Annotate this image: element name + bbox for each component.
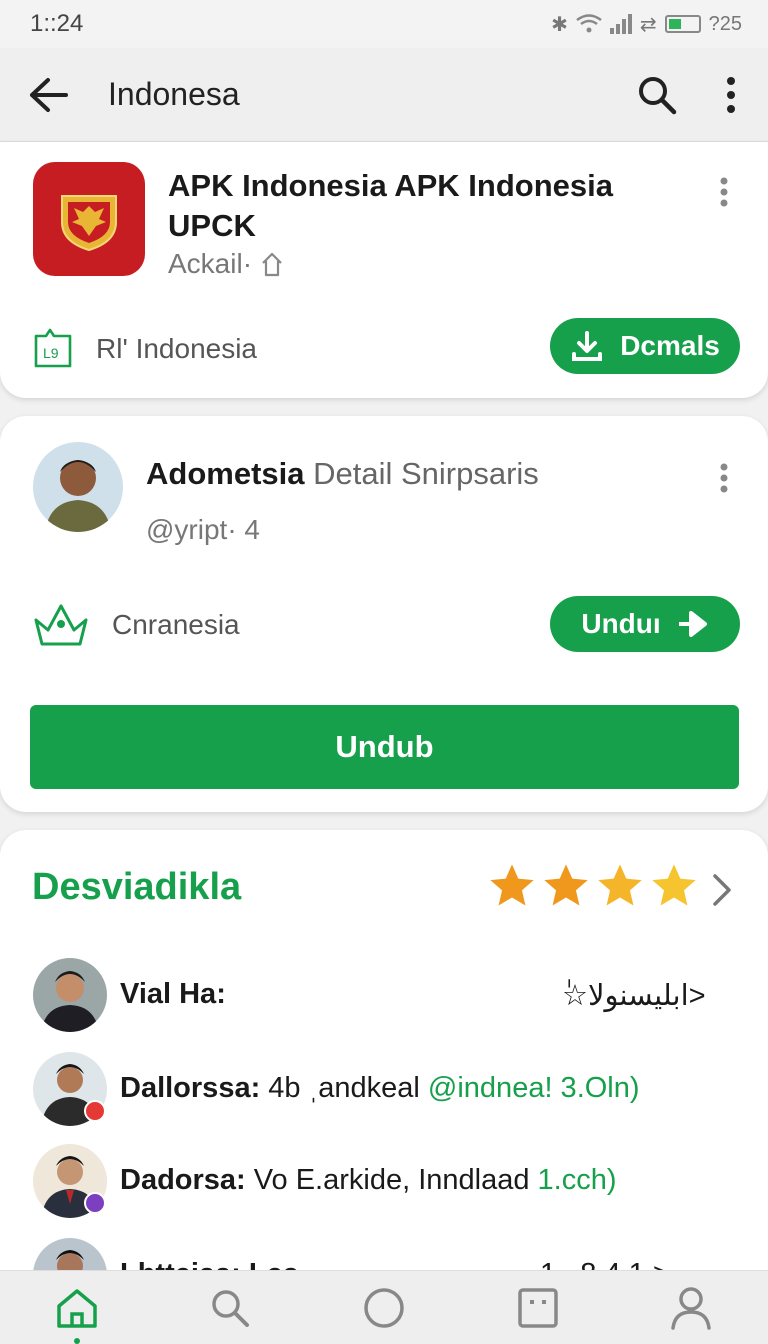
data-icon: ⇄: [639, 13, 657, 36]
reviewer-badge-icon: [84, 1100, 106, 1122]
download-icon: [572, 331, 603, 361]
svg-text:L9: L9: [43, 345, 59, 361]
review-body: Vo E.arkide, Inndlaad: [253, 1164, 530, 1196]
person-photo-icon: [33, 442, 123, 532]
app-card[interactable]: APK Indonesia APK Indonesia UPCK Ackail·…: [0, 142, 768, 398]
developer-subtitle: @yript· 4: [146, 514, 260, 545]
crown-icon: [34, 604, 88, 646]
unduh-pill-button[interactable]: Unduı: [550, 596, 740, 652]
nav-search[interactable]: [190, 1271, 270, 1344]
app-icon: [33, 162, 145, 276]
app-subtitle-text: Ackail·: [168, 248, 253, 279]
search-icon: [639, 76, 677, 114]
star-icon: [652, 864, 696, 906]
rating-stars: [486, 860, 700, 912]
download-label: Dcmals: [620, 330, 720, 361]
nav-circle[interactable]: [344, 1271, 424, 1344]
more-vert-icon: [720, 463, 728, 493]
star-icon: [490, 864, 534, 906]
developer-name-detail: Detail Snirpsaris: [313, 456, 539, 491]
reviews-title: Desviadikla: [32, 866, 242, 908]
nav-profile[interactable]: [651, 1271, 731, 1344]
home-outline-icon: [262, 252, 282, 277]
battery-percent: ?25: [708, 12, 742, 35]
bluetooth-icon: ✱: [551, 13, 568, 36]
profile-icon: [671, 1286, 711, 1330]
unduh-pill-label: Unduı: [581, 608, 661, 639]
page-title: Indonesa: [108, 76, 240, 112]
status-time: 1::24: [30, 10, 84, 37]
app-card-menu-button[interactable]: [708, 172, 740, 212]
developer-name: Adometsia Detail Snirpsaris: [146, 456, 539, 492]
wifi-icon: [576, 14, 602, 33]
developer-card: Adometsia Detail Snirpsaris @yript· 4 Cn…: [0, 416, 768, 812]
developer-card-menu-button[interactable]: [708, 458, 740, 498]
review-meta: 1.cch): [537, 1164, 617, 1196]
unduh-button[interactable]: Undub: [30, 705, 739, 789]
arrow-right-icon: [678, 611, 707, 637]
overflow-menu-button[interactable]: [694, 48, 768, 142]
search-button[interactable]: [620, 48, 694, 142]
review-text: Lhttejaa: Lea: [120, 1258, 299, 1270]
review-body: 4b ˌandkeal: [268, 1072, 420, 1104]
category-label: Cnranesia: [112, 609, 240, 640]
app-title: APK Indonesia APK Indonesia UPCK: [168, 168, 613, 243]
review-item[interactable]: Vial Ha: ☆ٰابليسنولا>: [0, 958, 768, 1046]
review-item[interactable]: Dadorsa: Vo E.arkide, Inndlaad 1.cch): [0, 1144, 768, 1232]
back-button[interactable]: [0, 48, 96, 142]
review-text: Dallorssa: 4b ˌandkeal @indnea! 3.Oln): [120, 1072, 640, 1105]
reviewer-name: Lhttejaa: Lea: [120, 1258, 299, 1270]
person-photo-icon: [33, 1238, 107, 1270]
reviewer-badge-icon: [84, 1192, 106, 1214]
reviewer-name: Vial Ha:: [120, 978, 226, 1010]
star-icon: [598, 864, 642, 906]
reviews-more-button[interactable]: [706, 870, 738, 910]
home-icon: [57, 1288, 97, 1328]
battery-icon: [664, 15, 701, 33]
developer-avatar[interactable]: [33, 442, 123, 532]
reviewer-avatar: [33, 1238, 107, 1270]
circle-icon: [364, 1287, 404, 1328]
reviewer-name: Dallorssa:: [120, 1072, 261, 1104]
bottom-navigation: [0, 1270, 768, 1344]
review-item[interactable]: Dallorssa: 4b ˌandkeal @indnea! 3.Oln): [0, 1052, 768, 1140]
developer-name-bold: Adometsia: [146, 456, 305, 491]
person-photo-icon: [33, 958, 107, 1032]
review-meta: 1. 8.4.1 >: [540, 1258, 670, 1270]
more-vert-icon: [720, 177, 728, 207]
app-subtitle: Ackail·: [168, 248, 284, 280]
region-badge-icon: L9: [34, 328, 72, 368]
garuda-emblem-icon: [61, 195, 117, 252]
back-arrow-icon: [30, 77, 68, 112]
apps-square-icon: [517, 1287, 558, 1328]
status-icons: ✱ ⇄ ?25: [551, 12, 742, 37]
more-vert-icon: [727, 76, 735, 113]
reviews-card: Desviadikla Vial Ha: ☆ٰابليسنولا> Dallor…: [0, 830, 768, 1270]
region-label: Rl' Indonesia: [96, 333, 257, 364]
region-row: L9 Rl' Indonesia: [30, 326, 257, 372]
download-button[interactable]: Dcmals: [550, 318, 740, 374]
nav-home[interactable]: [37, 1271, 117, 1344]
chevron-right-icon: [713, 874, 731, 906]
review-meta: @indnea! 3.Oln): [427, 1072, 640, 1104]
signal-icon: [609, 14, 632, 34]
reviewer-name: Dadorsa:: [120, 1164, 246, 1196]
category-row: Cnranesia: [30, 600, 240, 650]
nav-apps[interactable]: [498, 1271, 578, 1344]
star-icon: [544, 864, 588, 906]
top-app-bar: Indonesa: [0, 48, 768, 142]
search-icon: [212, 1289, 250, 1327]
reviewer-avatar: [33, 958, 107, 1032]
review-meta: ☆ٰابليسنولا>: [562, 980, 706, 1012]
review-text: Dadorsa: Vo E.arkide, Inndlaad 1.cch): [120, 1164, 617, 1197]
status-bar: 1::24 ✱ ⇄ ?25: [0, 0, 768, 48]
review-text: Vial Ha:: [120, 978, 226, 1011]
review-item[interactable]: Lhttejaa: Lea 1. 8.4.1 >: [0, 1238, 768, 1270]
